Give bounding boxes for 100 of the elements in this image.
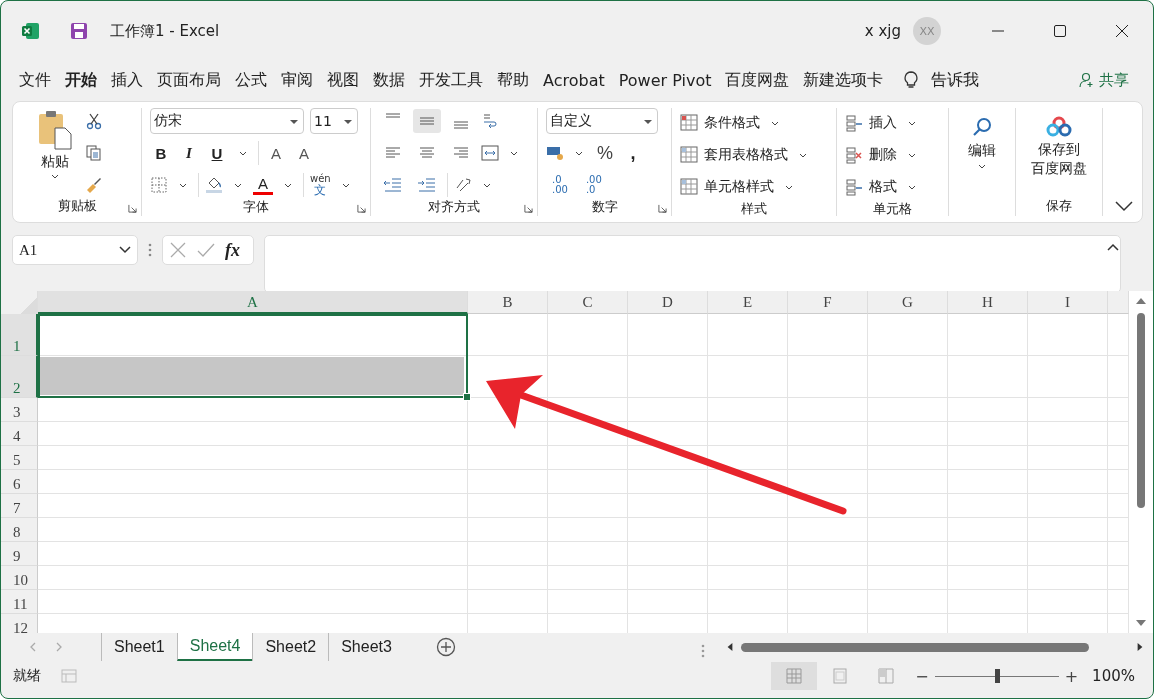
add-sheet-icon[interactable] xyxy=(435,637,456,657)
column-header[interactable]: A xyxy=(38,291,468,314)
ribbon-tab[interactable]: 公式 xyxy=(229,69,275,91)
brush-icon[interactable] xyxy=(85,176,103,194)
italic-button[interactable]: I xyxy=(178,144,200,162)
font-name-field[interactable]: 仿宋 xyxy=(150,108,304,134)
caret-icon[interactable] xyxy=(575,150,583,156)
ribbon-tab[interactable]: 数据 xyxy=(367,69,413,91)
scroll-right-icon[interactable] xyxy=(1135,643,1145,651)
column-header[interactable]: G xyxy=(868,291,948,314)
scroll-left-icon[interactable] xyxy=(725,643,735,651)
fill-bucket-icon[interactable] xyxy=(205,176,223,194)
zoom-out-button[interactable]: − xyxy=(915,666,929,686)
ribbon-tab[interactable]: 帮助 xyxy=(491,69,537,91)
cells-menu-button[interactable]: 格式 xyxy=(845,174,940,200)
maximize-icon[interactable] xyxy=(1053,24,1067,38)
bold-button[interactable]: B xyxy=(150,144,172,162)
copy-icon[interactable] xyxy=(85,144,103,162)
editing-button[interactable]: 编辑 xyxy=(968,116,996,216)
ribbon-tab[interactable]: 插入 xyxy=(105,69,151,91)
borders-icon[interactable] xyxy=(150,176,168,194)
ribbon-tab[interactable]: 视图 xyxy=(321,69,367,91)
grow-font-button[interactable]: A xyxy=(265,144,287,162)
caret-icon[interactable] xyxy=(341,182,350,188)
ribbon-tab[interactable]: 文件 xyxy=(13,69,59,91)
cells-menu-button[interactable]: 删除 xyxy=(845,142,940,168)
cancel-icon[interactable] xyxy=(169,241,187,259)
drag-handle-icon[interactable] xyxy=(701,642,705,659)
shrink-font-button[interactable]: A xyxy=(293,144,315,162)
column-header[interactable]: I xyxy=(1028,291,1108,314)
row-header[interactable]: 9 xyxy=(1,542,38,566)
column-header[interactable]: B xyxy=(468,291,548,314)
wrap-text-icon[interactable] xyxy=(481,112,499,130)
text-orientation-icon[interactable] xyxy=(454,176,472,194)
column-header[interactable]: C xyxy=(548,291,628,314)
close-icon[interactable] xyxy=(1115,24,1129,38)
row-header[interactable]: 2 xyxy=(1,356,38,398)
caret-icon[interactable] xyxy=(234,182,242,188)
column-header[interactable]: D xyxy=(628,291,708,314)
dialog-launcher-icon[interactable] xyxy=(658,204,667,213)
row-header[interactable]: 4 xyxy=(1,422,38,446)
zoom-in-button[interactable]: + xyxy=(1064,666,1079,686)
scroll-up-icon[interactable] xyxy=(1136,297,1146,305)
drag-handle-icon[interactable] xyxy=(148,242,152,258)
scissors-icon[interactable] xyxy=(85,112,103,130)
row-header[interactable]: 1 xyxy=(1,314,38,356)
row-header[interactable]: 5 xyxy=(1,446,38,470)
caret-icon[interactable] xyxy=(483,182,491,188)
phonetic-guide-button[interactable]: wén 文 xyxy=(310,174,331,196)
formula-input-field[interactable] xyxy=(264,235,1121,293)
underline-button[interactable]: U xyxy=(206,144,228,162)
row-header[interactable]: 8 xyxy=(1,518,38,542)
caret-icon[interactable] xyxy=(510,150,518,156)
merge-cells-icon[interactable] xyxy=(481,144,499,162)
name-box[interactable]: A1 xyxy=(12,235,138,265)
column-header[interactable]: F xyxy=(788,291,868,314)
number-format-field[interactable]: 自定义 xyxy=(546,108,658,134)
column-header[interactable]: H xyxy=(948,291,1028,314)
ribbon-tab[interactable]: Power Pivot xyxy=(612,70,720,90)
row-header[interactable]: 12 xyxy=(1,614,38,633)
dialog-launcher-icon[interactable] xyxy=(357,204,366,213)
font-size-field[interactable]: 11 xyxy=(310,108,358,134)
row-header[interactable]: 11 xyxy=(1,590,38,614)
ribbon-tab[interactable]: 百度网盘 xyxy=(719,69,798,91)
caret-icon[interactable] xyxy=(239,150,247,156)
share-button[interactable]: 共享 xyxy=(1073,69,1135,91)
font-color-button[interactable]: A xyxy=(253,175,273,195)
comma-button[interactable]: , xyxy=(622,142,644,164)
save-icon[interactable] xyxy=(70,22,88,40)
currency-icon[interactable] xyxy=(546,144,564,162)
dialog-launcher-icon[interactable] xyxy=(524,204,533,213)
style-menu-button[interactable]: 条件格式 xyxy=(680,110,828,136)
check-icon[interactable] xyxy=(197,241,215,259)
scroll-down-icon[interactable] xyxy=(1136,619,1146,627)
scrollbar-thumb[interactable] xyxy=(1137,313,1145,508)
row-header[interactable]: 10 xyxy=(1,566,38,590)
row-header[interactable]: 3 xyxy=(1,398,38,422)
tell-me-link[interactable]: 告诉我 xyxy=(925,69,988,91)
zoom-slider-thumb[interactable] xyxy=(994,669,1000,683)
paste-button[interactable]: 粘贴 xyxy=(37,110,73,196)
fill-handle[interactable] xyxy=(463,393,471,401)
cells-menu-button[interactable]: 插入 xyxy=(845,110,940,136)
ribbon-tab[interactable]: Acrobat xyxy=(537,70,613,90)
decrease-decimal-button[interactable]: .00 .0 xyxy=(585,175,602,195)
sheet-tab[interactable]: Sheet4 xyxy=(176,633,253,661)
percent-button[interactable]: % xyxy=(594,142,616,164)
ribbon-tab[interactable]: 开发工具 xyxy=(413,69,491,91)
dialog-launcher-icon[interactable] xyxy=(128,204,137,213)
row-header[interactable]: 6 xyxy=(1,470,38,494)
increase-decimal-button[interactable]: .0 .00 xyxy=(552,175,568,195)
save-to-cloud-button[interactable]: 保存到 百度网盘 xyxy=(1031,116,1087,196)
column-header[interactable]: E xyxy=(708,291,788,314)
ribbon-tab[interactable]: 新建选项卡 xyxy=(797,69,892,91)
ribbon-tab[interactable]: 开始 xyxy=(59,69,105,91)
style-menu-button[interactable]: 单元格样式 xyxy=(680,174,828,200)
row-header[interactable]: 7 xyxy=(1,494,38,518)
chevron-down-icon[interactable] xyxy=(1114,200,1134,212)
style-menu-button[interactable]: 套用表格格式 xyxy=(680,142,828,168)
caret-icon[interactable] xyxy=(284,182,292,188)
chevron-up-icon[interactable] xyxy=(1107,243,1119,251)
